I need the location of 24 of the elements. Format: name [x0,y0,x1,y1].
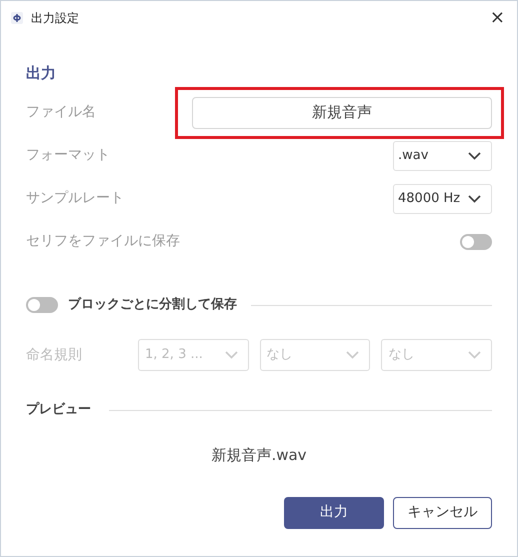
field-label: ファイル名 [26,103,96,122]
close-button[interactable]: × [486,8,509,26]
preview-filename: 新規音声.wav [211,445,307,466]
window-title: 出力設定 [31,10,79,26]
dropdown[interactable]: 48000 Hz [393,184,492,214]
toggle-switch[interactable] [26,297,58,313]
section-heading: 出力 [26,63,57,84]
chevron-down-icon [468,351,482,359]
section-title: ブロックごとに分割して保存 [68,296,237,314]
field-label: セリフをファイルに保存 [26,232,180,251]
app-logo-icon [11,12,23,24]
chevron-down-icon [224,351,238,359]
section-title: プレビュー [26,400,91,420]
field-label: サンプルレート [26,189,124,208]
text-field[interactable]: 新規音声 [192,96,492,128]
chevron-down-icon [468,152,481,160]
field-label: 命名規則 [26,346,83,364]
export-button[interactable]: 出力 [284,496,384,528]
cancel-button[interactable]: キャンセル [393,496,492,528]
chevron-down-icon [468,194,481,202]
chevron-down-icon [346,351,360,359]
toggle-switch[interactable] [460,234,492,250]
field-label: フォーマット [26,146,110,165]
dropdown[interactable]: .wav [393,140,492,170]
